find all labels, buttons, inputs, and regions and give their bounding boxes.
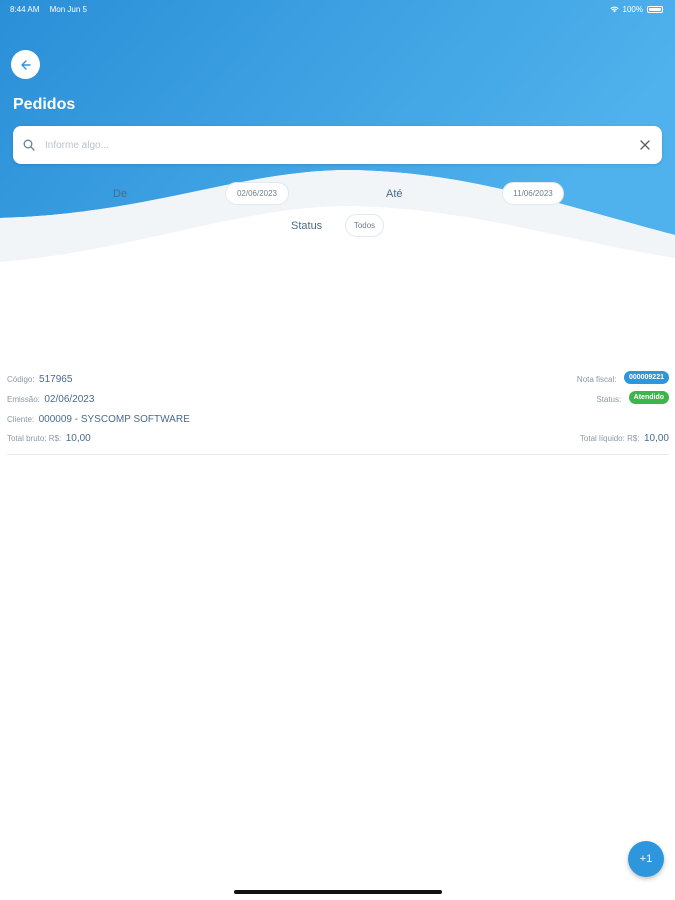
home-indicator xyxy=(234,890,442,894)
order-row-emission: Emissão: 02/06/2023 Status: Atendido xyxy=(7,389,669,407)
net-total: 10,00 xyxy=(643,433,669,444)
order-row-client: Cliente: 000009 - SYSCOMP SOFTWARE xyxy=(7,409,669,427)
order-row-code: Código: 517965 Nota fiscal: 000009221 xyxy=(7,369,669,387)
search-input[interactable] xyxy=(45,139,638,151)
status-badge: Atendido xyxy=(628,391,669,405)
order-card[interactable]: Código: 517965 Nota fiscal: 000009221 Em… xyxy=(7,368,669,455)
gross-total-label: Total bruto: R$: xyxy=(7,434,62,443)
page-title: Pedidos xyxy=(13,96,76,113)
search-icon xyxy=(23,139,35,151)
status-bar: 8:44 AM Mon Jun 5 100% xyxy=(10,3,663,15)
search-bar xyxy=(13,126,662,164)
arrow-left-icon xyxy=(20,59,31,70)
status-right: 100% xyxy=(609,4,663,14)
order-code: 517965 xyxy=(39,374,73,385)
wifi-icon xyxy=(609,6,619,12)
order-code-label: Código: xyxy=(7,375,35,384)
to-date-picker[interactable]: 11/06/2023 xyxy=(502,182,564,205)
add-order-button[interactable]: +1 xyxy=(628,841,664,877)
status-left: 8:44 AM Mon Jun 5 xyxy=(10,5,95,14)
status-filter-select[interactable]: Todos xyxy=(345,214,384,237)
to-date-label: Até xyxy=(386,188,403,200)
order-status-label: Status: xyxy=(596,395,622,404)
battery-percent: 100% xyxy=(622,4,643,14)
clear-search-button[interactable] xyxy=(638,138,652,152)
net-total-label: Total líquido: R$: xyxy=(579,434,640,443)
from-date-label: De xyxy=(113,188,128,200)
status-date: Mon Jun 5 xyxy=(49,4,87,14)
gross-total: 10,00 xyxy=(65,433,91,444)
invoice-badge: 000009221 xyxy=(623,371,669,385)
from-date-picker[interactable]: 02/06/2023 xyxy=(225,182,289,205)
order-row-totals: Total bruto: R$: 10,00 Total líquido: R$… xyxy=(7,428,669,446)
client-label: Cliente: xyxy=(7,415,35,424)
emission-label: Emissão: xyxy=(7,395,40,404)
battery-icon xyxy=(647,5,663,13)
client-name: 000009 - SYSCOMP SOFTWARE xyxy=(38,414,190,425)
emission-date: 02/06/2023 xyxy=(44,394,95,405)
invoice-label: Nota fiscal: xyxy=(576,375,617,384)
status-filter-label: Status xyxy=(291,220,323,232)
status-time: 8:44 AM xyxy=(10,4,40,14)
back-button[interactable] xyxy=(11,50,40,79)
close-icon xyxy=(640,140,650,150)
